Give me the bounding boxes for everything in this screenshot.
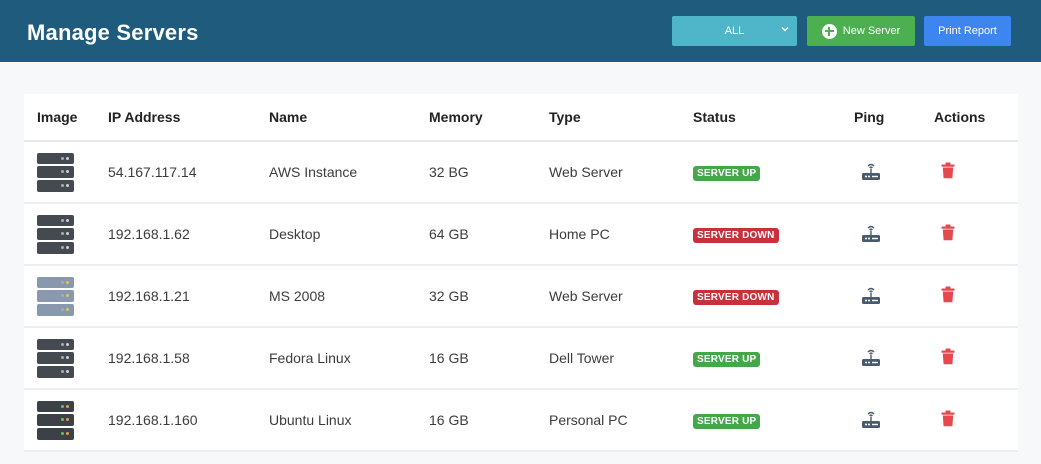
ping-router-icon[interactable] (860, 408, 882, 430)
type-cell: Personal PC (549, 389, 693, 452)
server-filter-select[interactable]: ALL (672, 16, 797, 46)
server-rack-icon (37, 152, 74, 192)
type-cell: Dell Tower (549, 327, 693, 390)
ping-router-icon[interactable] (860, 284, 882, 306)
server-rack-icon (37, 214, 74, 254)
server-rack-icon (37, 338, 74, 378)
ip-address-cell: 192.168.1.160 (108, 389, 269, 452)
ip-address-cell: 192.168.1.58 (108, 327, 269, 390)
delete-trash-icon[interactable] (941, 410, 955, 427)
delete-trash-icon[interactable] (941, 286, 955, 303)
ip-address-cell: 54.167.117.14 (108, 141, 269, 204)
column-header-actions: Actions (934, 94, 1018, 142)
type-cell: Home PC (549, 203, 693, 266)
header-bar: Manage Servers ALL New Server Print Repo… (0, 0, 1041, 62)
status-badge: SERVER DOWN (693, 228, 779, 243)
print-report-button[interactable]: Print Report (924, 16, 1011, 46)
chevron-down-icon (781, 27, 789, 32)
table-row-2: 192.168.1.62 Desktop 64 GB Home PC SERVE… (24, 203, 1018, 266)
status-badge: SERVER UP (693, 166, 761, 181)
print-report-label: Print Report (938, 25, 997, 37)
servers-table-card: Image IP Address Name Memory Type Status… (24, 94, 1018, 452)
column-header-image: Image (24, 94, 108, 142)
servers-table: Image IP Address Name Memory Type Status… (24, 94, 1018, 452)
column-header-type: Type (549, 94, 693, 142)
table-row-3: 192.168.1.21 MS 2008 32 GB Web Server SE… (24, 265, 1018, 328)
server-name-cell: AWS Instance (269, 141, 429, 204)
server-name-cell: Desktop (269, 203, 429, 266)
server-name-cell: Fedora Linux (269, 327, 429, 390)
ip-address-cell: 192.168.1.62 (108, 203, 269, 266)
status-badge: SERVER UP (693, 414, 761, 429)
column-header-memory: Memory (429, 94, 549, 142)
status-badge: SERVER UP (693, 352, 761, 367)
table-row-1: 54.167.117.14 AWS Instance 32 BG Web Ser… (24, 141, 1018, 204)
filter-selected-value: ALL (724, 25, 745, 37)
column-header-ip: IP Address (108, 94, 269, 142)
ping-router-icon[interactable] (860, 346, 882, 368)
column-header-ping: Ping (854, 94, 934, 142)
new-server-label: New Server (842, 25, 901, 37)
memory-cell: 16 GB (429, 389, 549, 452)
server-name-cell: Ubuntu Linux (269, 389, 429, 452)
page-title: Manage Servers (27, 20, 199, 45)
status-badge: SERVER DOWN (693, 290, 779, 305)
server-rack-icon (37, 276, 74, 316)
delete-trash-icon[interactable] (941, 162, 955, 179)
memory-cell: 32 BG (429, 141, 549, 204)
memory-cell: 16 GB (429, 327, 549, 390)
type-cell: Web Server (549, 265, 693, 328)
column-header-name: Name (269, 94, 429, 142)
delete-trash-icon[interactable] (941, 224, 955, 241)
server-name-cell: MS 2008 (269, 265, 429, 328)
type-cell: Web Server (549, 141, 693, 204)
delete-trash-icon[interactable] (941, 348, 955, 365)
page: Manage Servers ALL New Server Print Repo… (0, 0, 1041, 464)
table-header-row: Image IP Address Name Memory Type Status… (24, 94, 1018, 142)
plus-circle-icon (821, 23, 837, 39)
column-header-status: Status (693, 94, 854, 142)
ip-address-cell: 192.168.1.21 (108, 265, 269, 328)
new-server-button[interactable]: New Server (807, 16, 915, 46)
ping-router-icon[interactable] (860, 222, 882, 244)
server-rack-icon (37, 400, 74, 440)
table-row-5: 192.168.1.160 Ubuntu Linux 16 GB Persona… (24, 389, 1018, 452)
ping-router-icon[interactable] (860, 160, 882, 182)
table-row-4: 192.168.1.58 Fedora Linux 16 GB Dell Tow… (24, 327, 1018, 390)
memory-cell: 64 GB (429, 203, 549, 266)
memory-cell: 32 GB (429, 265, 549, 328)
